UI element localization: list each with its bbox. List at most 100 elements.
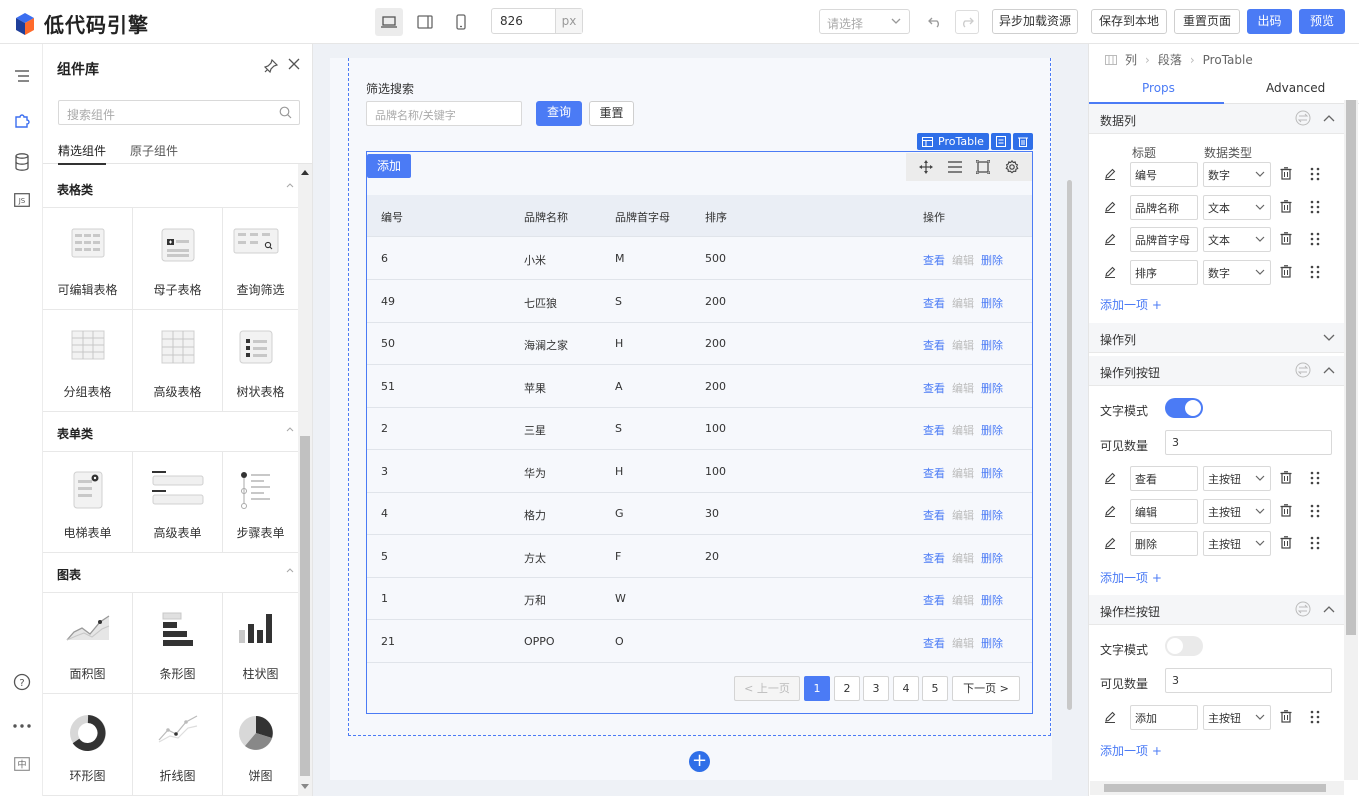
variable-bind-icon[interactable] bbox=[1295, 601, 1311, 617]
component-column-chart[interactable]: 柱状图 bbox=[223, 592, 298, 694]
view-action-link[interactable]: 查看 bbox=[923, 337, 945, 353]
brand-keyword-input[interactable]: 品牌名称/关键字 bbox=[366, 101, 522, 126]
edit-action-link[interactable]: 编辑 bbox=[952, 252, 974, 268]
section-action-column-buttons[interactable]: 操作列按钮 bbox=[1089, 356, 1345, 386]
edit-pencil-icon[interactable] bbox=[1104, 711, 1116, 723]
delete-action-link[interactable]: 删除 bbox=[981, 252, 1003, 268]
view-action-link[interactable]: 查看 bbox=[923, 635, 945, 651]
edit-action-link[interactable]: 编辑 bbox=[952, 422, 974, 438]
reset-button[interactable]: 重置 bbox=[589, 101, 634, 126]
trash-icon[interactable] bbox=[1280, 471, 1292, 484]
edit-action-link[interactable]: 编辑 bbox=[952, 337, 974, 353]
props-horizontal-scrollbar[interactable] bbox=[1090, 781, 1344, 795]
trash-icon[interactable] bbox=[1280, 232, 1292, 245]
category-form[interactable]: 表单类 bbox=[43, 412, 298, 452]
prop-type-select[interactable]: 文本 bbox=[1203, 227, 1271, 252]
trash-icon[interactable] bbox=[1280, 536, 1292, 549]
breadcrumb-item[interactable]: ProTable bbox=[1203, 53, 1253, 67]
chevron-down-icon[interactable] bbox=[1323, 329, 1335, 345]
delete-action-link[interactable]: 删除 bbox=[981, 465, 1003, 481]
tab-props[interactable]: Props bbox=[1142, 81, 1175, 95]
section-data-columns[interactable]: 数据列 bbox=[1089, 104, 1345, 134]
density-icon[interactable] bbox=[947, 161, 962, 173]
component-group-table[interactable]: 分组表格 bbox=[43, 310, 133, 412]
prop-title-input[interactable]: 查看 bbox=[1130, 466, 1198, 491]
tab-atomic[interactable]: 原子组件 bbox=[130, 142, 178, 159]
prop-type-select[interactable]: 数字 bbox=[1203, 162, 1271, 187]
outline-tree-button[interactable] bbox=[12, 66, 32, 86]
prop-type-select[interactable]: 主按钮 bbox=[1203, 466, 1271, 491]
close-icon[interactable] bbox=[288, 58, 300, 70]
chevron-up-icon[interactable] bbox=[1323, 601, 1335, 617]
delete-action-link[interactable]: 删除 bbox=[981, 295, 1003, 311]
component-editable-table[interactable]: 可编辑表格 bbox=[43, 208, 133, 310]
locale-select[interactable]: 请选择 bbox=[819, 9, 910, 34]
chevron-up-icon[interactable] bbox=[1323, 362, 1335, 378]
edit-action-link[interactable]: 编辑 bbox=[952, 550, 974, 566]
next-page-button[interactable]: 下一页 > bbox=[952, 676, 1020, 701]
component-ring-chart[interactable]: 环形图 bbox=[43, 694, 133, 796]
edit-action-link[interactable]: 编辑 bbox=[952, 507, 974, 523]
edit-pencil-icon[interactable] bbox=[1104, 168, 1116, 180]
prop-title-input[interactable]: 删除 bbox=[1130, 531, 1198, 556]
variable-bind-icon[interactable] bbox=[1295, 110, 1311, 126]
page-5-button[interactable]: 5 bbox=[922, 676, 948, 701]
component-area-chart[interactable]: 面积图 bbox=[43, 592, 133, 694]
protable-tag[interactable]: ProTable bbox=[917, 133, 989, 150]
device-tablet-button[interactable] bbox=[411, 8, 439, 36]
section-action-column[interactable]: 操作列 bbox=[1089, 323, 1345, 353]
canvas-width-input[interactable]: 826 px bbox=[491, 8, 583, 34]
drag-handle-icon[interactable] bbox=[1310, 504, 1320, 518]
component-advanced-table[interactable]: 高级表格 bbox=[133, 310, 223, 412]
drag-handle-icon[interactable] bbox=[1310, 471, 1320, 485]
component-search-input[interactable]: 搜索组件 bbox=[58, 100, 300, 125]
drag-handle-icon[interactable] bbox=[1310, 265, 1320, 279]
export-code-button[interactable]: 出码 bbox=[1247, 9, 1292, 34]
category-chart[interactable]: 图表 bbox=[43, 553, 298, 593]
edit-pencil-icon[interactable] bbox=[1104, 233, 1116, 245]
toolbar-text-mode-toggle[interactable] bbox=[1165, 636, 1203, 656]
prop-title-input[interactable]: 添加 bbox=[1130, 705, 1198, 730]
prop-title-input[interactable]: 品牌名称 bbox=[1130, 194, 1198, 220]
redo-button[interactable] bbox=[955, 10, 979, 34]
page-1-button[interactable]: 1 bbox=[804, 676, 830, 701]
prop-title-input[interactable]: 编号 bbox=[1130, 162, 1198, 187]
view-action-link[interactable]: 查看 bbox=[923, 380, 945, 396]
view-action-link[interactable]: 查看 bbox=[923, 592, 945, 608]
copy-component-button[interactable] bbox=[990, 133, 1011, 150]
edit-pencil-icon[interactable] bbox=[1104, 201, 1116, 213]
add-block-button[interactable]: + bbox=[689, 751, 710, 772]
add-action-button-link[interactable]: 添加一项 + bbox=[1100, 569, 1162, 586]
library-scrollbar[interactable] bbox=[298, 164, 312, 796]
table-add-button[interactable]: 添加 bbox=[367, 154, 411, 178]
view-action-link[interactable]: 查看 bbox=[923, 422, 945, 438]
props-scrollbar[interactable] bbox=[1344, 100, 1358, 780]
category-table[interactable]: 表格类 bbox=[43, 168, 298, 208]
props-horizontal-scrollbar-thumb[interactable] bbox=[1104, 784, 1326, 792]
component-query-filter[interactable]: 查询筛选 bbox=[223, 208, 298, 310]
pin-icon[interactable] bbox=[264, 59, 278, 73]
component-elevator-form[interactable]: 电梯表单 bbox=[43, 451, 133, 553]
page-4-button[interactable]: 4 bbox=[893, 676, 919, 701]
library-scrollbar-thumb[interactable] bbox=[300, 436, 310, 776]
page-3-button[interactable]: 3 bbox=[863, 676, 889, 701]
undo-button[interactable] bbox=[923, 10, 947, 34]
add-data-column-link[interactable]: 添加一项 + bbox=[1100, 296, 1162, 313]
prop-type-select[interactable]: 主按钮 bbox=[1203, 705, 1271, 730]
delete-action-link[interactable]: 删除 bbox=[981, 507, 1003, 523]
settings-gear-icon[interactable] bbox=[1005, 160, 1019, 174]
action-visible-count-input[interactable]: 3 bbox=[1165, 430, 1332, 455]
edit-pencil-icon[interactable] bbox=[1104, 505, 1116, 517]
variable-bind-icon[interactable] bbox=[1295, 362, 1311, 378]
props-scrollbar-thumb[interactable] bbox=[1346, 100, 1356, 635]
prop-type-select[interactable]: 主按钮 bbox=[1203, 531, 1271, 556]
language-button[interactable]: 中 bbox=[12, 754, 32, 774]
breadcrumb-item[interactable]: 段落 bbox=[1158, 51, 1182, 68]
chevron-up-icon[interactable] bbox=[1323, 110, 1335, 126]
edit-action-link[interactable]: 编辑 bbox=[952, 465, 974, 481]
drag-handle-icon[interactable] bbox=[1310, 200, 1320, 214]
save-local-button[interactable]: 保存到本地 bbox=[1091, 9, 1167, 34]
toolbar-visible-count-input[interactable]: 3 bbox=[1165, 668, 1332, 693]
edit-pencil-icon[interactable] bbox=[1104, 472, 1116, 484]
trash-icon[interactable] bbox=[1280, 199, 1292, 213]
